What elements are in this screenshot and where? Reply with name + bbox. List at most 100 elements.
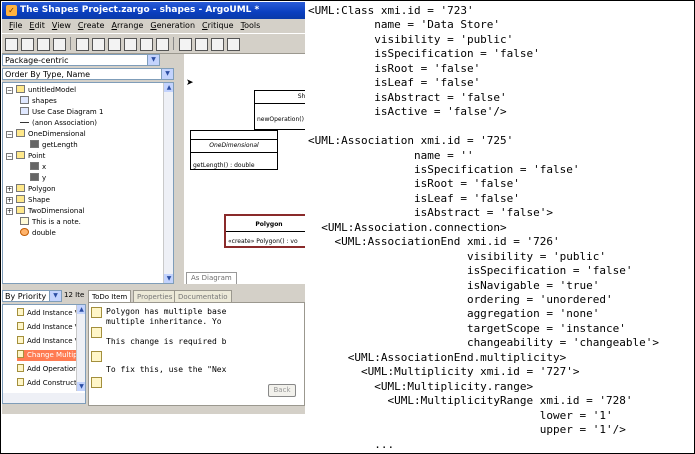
tree-item[interactable]: getLength bbox=[30, 140, 78, 151]
tree-item[interactable]: − OneDimensional bbox=[6, 129, 86, 140]
todo-item-icon bbox=[91, 307, 102, 318]
uml-class-onedimensional[interactable]: OneDimensional getLength() : double bbox=[190, 130, 278, 170]
code-line: aggregation = 'none' bbox=[308, 307, 600, 321]
details-text-line: This change is required b bbox=[106, 337, 227, 346]
chevron-down-icon[interactable]: ▼ bbox=[161, 69, 173, 79]
order-select[interactable]: Order By Type, Name ▼ bbox=[2, 68, 174, 80]
scroll-up-icon[interactable]: ▲ bbox=[164, 83, 173, 92]
todo-item[interactable]: Add Instance Vari bbox=[17, 322, 81, 333]
find-icon[interactable] bbox=[179, 38, 192, 51]
todo-filter-select[interactable]: By Priority ▼ bbox=[2, 290, 62, 302]
details-text-line: To fix this, use the "Nex bbox=[106, 365, 227, 374]
delete-icon[interactable] bbox=[124, 38, 137, 51]
tree-item[interactable]: + TwoDimensional bbox=[6, 206, 85, 217]
tree-item[interactable]: (anon Association) bbox=[20, 118, 97, 129]
paste-icon[interactable] bbox=[108, 38, 121, 51]
order-value: Order By Type, Name bbox=[5, 70, 91, 79]
class-operation: «create» Polygon() : vo bbox=[228, 238, 298, 245]
collapse-icon[interactable]: − bbox=[6, 87, 13, 94]
tree-item[interactable]: This is a note. bbox=[20, 217, 81, 228]
todo-item-icon bbox=[17, 336, 24, 344]
tree-item[interactable]: shapes bbox=[20, 96, 57, 107]
menu-view[interactable]: View bbox=[52, 19, 71, 33]
menu-critique[interactable]: Critique bbox=[202, 19, 234, 33]
tree-scrollbar[interactable]: ▲ ▼ bbox=[163, 83, 173, 283]
chevron-down-icon[interactable]: ▼ bbox=[147, 55, 159, 65]
todo-item-icon bbox=[91, 351, 102, 362]
scroll-up-icon[interactable]: ▲ bbox=[77, 305, 85, 314]
cut-icon[interactable] bbox=[76, 38, 89, 51]
code-line: <UML:Association xmi.id = '725' bbox=[308, 134, 514, 148]
collapse-icon[interactable]: − bbox=[6, 131, 13, 138]
todo-list: Add Instance Vari Add Instance Vari Add … bbox=[2, 304, 86, 404]
menu-tools[interactable]: Tools bbox=[241, 19, 261, 33]
back-button[interactable]: Back bbox=[268, 384, 296, 397]
class-diagram-icon[interactable] bbox=[227, 38, 240, 51]
tree-item[interactable]: x bbox=[30, 162, 46, 173]
diagram-icon[interactable] bbox=[211, 38, 224, 51]
code-line: isAbstract = 'false' bbox=[308, 90, 507, 104]
code-line: upper = '1'/> bbox=[308, 423, 626, 437]
tree-item-label: untitledModel bbox=[28, 86, 77, 94]
collapse-icon[interactable]: − bbox=[6, 153, 13, 160]
save-icon[interactable] bbox=[37, 38, 50, 51]
menu-file[interactable]: File bbox=[9, 19, 22, 33]
toolbar bbox=[2, 33, 305, 54]
todo-pane: By Priority ▼ 12 Ite Add Instance Vari A… bbox=[2, 288, 86, 414]
back-arrow-icon[interactable] bbox=[140, 38, 153, 51]
forward-arrow-icon[interactable] bbox=[156, 38, 169, 51]
tree-item[interactable]: double bbox=[20, 228, 56, 239]
menu-arrange[interactable]: Arrange bbox=[111, 19, 143, 33]
perspective-select[interactable]: Package-centric ▼ bbox=[2, 54, 160, 66]
tree-item[interactable]: Use Case Diagram 1 bbox=[20, 107, 103, 118]
tree-item-label: getLength bbox=[42, 141, 78, 149]
arrow-tool-icon[interactable]: ➤ bbox=[186, 78, 194, 88]
diagram-pane: ➤ Sha newOperation() OneDimensional getL… bbox=[184, 54, 305, 284]
zoom-icon[interactable] bbox=[195, 38, 208, 51]
menu-generation[interactable]: Generation bbox=[150, 19, 195, 33]
tree-item-label: Point bbox=[28, 152, 46, 160]
uml-class-shape[interactable]: Sha newOperation() bbox=[254, 90, 305, 130]
todo-item[interactable]: Add Constructor t bbox=[17, 378, 81, 389]
scroll-down-icon[interactable]: ▼ bbox=[164, 274, 173, 283]
tree-item-label: This is a note. bbox=[32, 218, 81, 226]
copy-icon[interactable] bbox=[92, 38, 105, 51]
todo-item[interactable]: Add Operations to bbox=[17, 364, 81, 375]
class-name: Polygon bbox=[226, 219, 305, 232]
tree-item[interactable]: + Shape bbox=[6, 195, 50, 206]
tree-item[interactable]: y bbox=[30, 173, 46, 184]
todo-scrollbar[interactable]: ▲ ▼ bbox=[76, 305, 85, 391]
tree-item[interactable]: − untitledModel bbox=[6, 85, 76, 96]
todo-filter-value: By Priority bbox=[5, 292, 47, 301]
details-text-line: Polygon has multiple base bbox=[106, 307, 227, 316]
code-line: isActive = 'false'/> bbox=[308, 105, 507, 119]
new-file-icon[interactable] bbox=[5, 38, 18, 51]
todo-item[interactable]: Add Instance Vari bbox=[17, 308, 81, 319]
expand-icon[interactable]: + bbox=[6, 197, 13, 204]
scroll-down-icon[interactable]: ▼ bbox=[77, 382, 85, 391]
uml-class-polygon[interactable]: Polygon «create» Polygon() : vo bbox=[224, 214, 305, 248]
perspective-value: Package-centric bbox=[5, 56, 69, 65]
todo-hscrollbar[interactable] bbox=[3, 393, 85, 403]
code-line: changeability = 'changeable'> bbox=[308, 336, 659, 350]
tree-item-label: Use Case Diagram 1 bbox=[32, 108, 104, 116]
tab-as-diagram[interactable]: As Diagram bbox=[186, 272, 237, 284]
todo-item[interactable]: Add Instance Vari bbox=[17, 336, 81, 347]
code-line: isLeaf = 'false' bbox=[308, 191, 520, 205]
menu-create[interactable]: Create bbox=[78, 19, 105, 33]
menu-bar: File Edit View Create Arrange Generation Criti… bbox=[2, 19, 305, 33]
code-line: name = 'Data Store' bbox=[308, 18, 501, 32]
window-title: The Shapes Project.zargo - shapes - Argo… bbox=[20, 5, 260, 15]
tree-item[interactable]: + Polygon bbox=[6, 184, 56, 195]
open-folder-icon[interactable] bbox=[21, 38, 34, 51]
attribute-icon bbox=[30, 173, 39, 181]
chevron-down-icon[interactable]: ▼ bbox=[49, 291, 61, 301]
todo-item-selected[interactable]: Change Multiple In bbox=[17, 350, 81, 361]
expand-icon[interactable]: + bbox=[6, 186, 13, 193]
expand-icon[interactable]: + bbox=[6, 208, 13, 215]
print-icon[interactable] bbox=[53, 38, 66, 51]
todo-item-icon bbox=[17, 378, 24, 386]
menu-edit[interactable]: Edit bbox=[29, 19, 45, 33]
details-pane: ToDo Item Properties Documentatio Polygo… bbox=[88, 288, 305, 414]
tree-item[interactable]: − Point bbox=[6, 151, 45, 162]
